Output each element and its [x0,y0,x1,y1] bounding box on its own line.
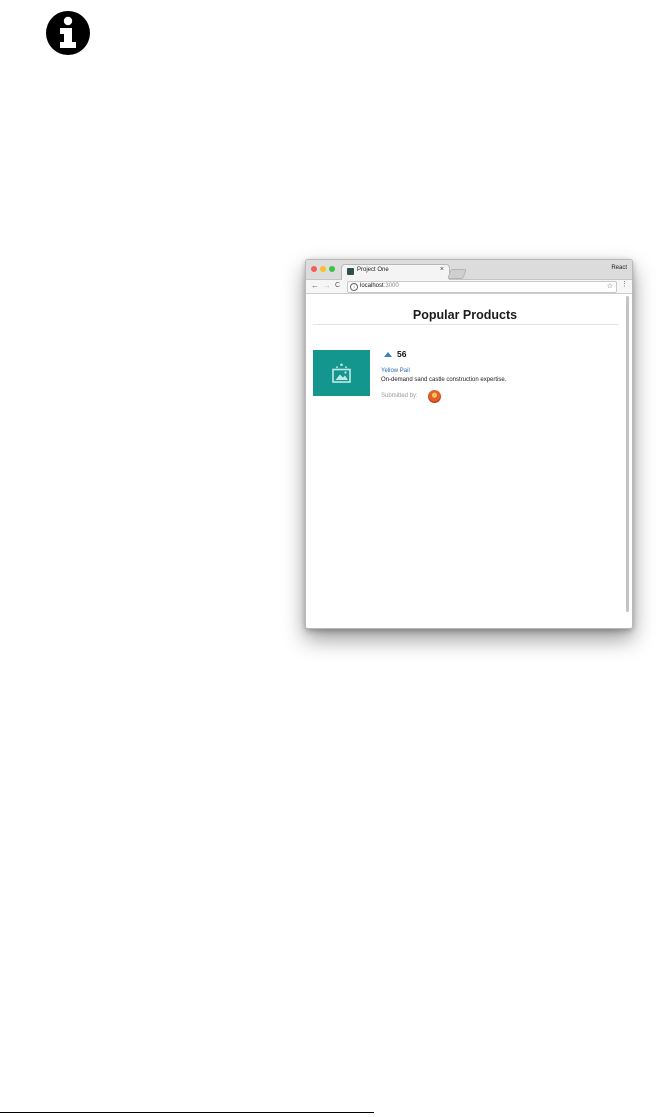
tab-project-one[interactable]: Project One × [341,264,450,280]
product-title-link[interactable]: Yellow Pail [381,368,410,374]
profile-label[interactable]: React [611,265,627,271]
reload-icon[interactable]: C [335,281,340,291]
forward-arrow-icon[interactable]: → [323,281,331,291]
vote-count: 56 [397,349,407,359]
address-text: localhost:3000 [360,283,399,289]
product-thumbnail[interactable] [313,350,370,396]
favicon-icon [347,268,354,275]
address-bar[interactable]: i localhost:3000 ☆ [347,281,617,293]
info-icon [46,11,90,55]
browser-menu-icon[interactable]: ⋮ [621,280,628,288]
avatar[interactable] [428,390,441,403]
maximize-window-button[interactable] [329,266,335,272]
new-tab-button[interactable] [447,269,467,279]
page-title: Popular Products [412,308,518,322]
bookmark-star-icon[interactable]: ☆ [607,282,613,290]
submitted-by-label: Submitted by: [381,393,418,399]
heading-divider [313,324,618,325]
page-viewport: Popular Products 56 Yellow Pail On-deman… [306,294,632,628]
image-icon [332,363,351,383]
scrollbar[interactable] [626,296,629,612]
upvote-icon[interactable] [384,352,392,357]
address-host: localhost [360,283,384,289]
tab-title: Project One [357,267,389,273]
back-arrow-icon[interactable]: ← [311,281,319,291]
browser-window: Project One × React ← → C i localhost:30… [305,259,633,629]
title-bar: Project One × React [306,260,632,280]
minimize-window-button[interactable] [320,266,326,272]
address-port: :3000 [383,283,399,289]
close-window-button[interactable] [311,266,317,272]
tab-close-icon[interactable]: × [440,266,444,273]
footnote-divider [0,1112,374,1113]
browser-toolbar: ← → C i localhost:3000 ☆ ⋮ [306,280,632,294]
site-info-icon[interactable]: i [350,283,358,291]
product-description: On-demand sand castle construction exper… [381,377,507,383]
